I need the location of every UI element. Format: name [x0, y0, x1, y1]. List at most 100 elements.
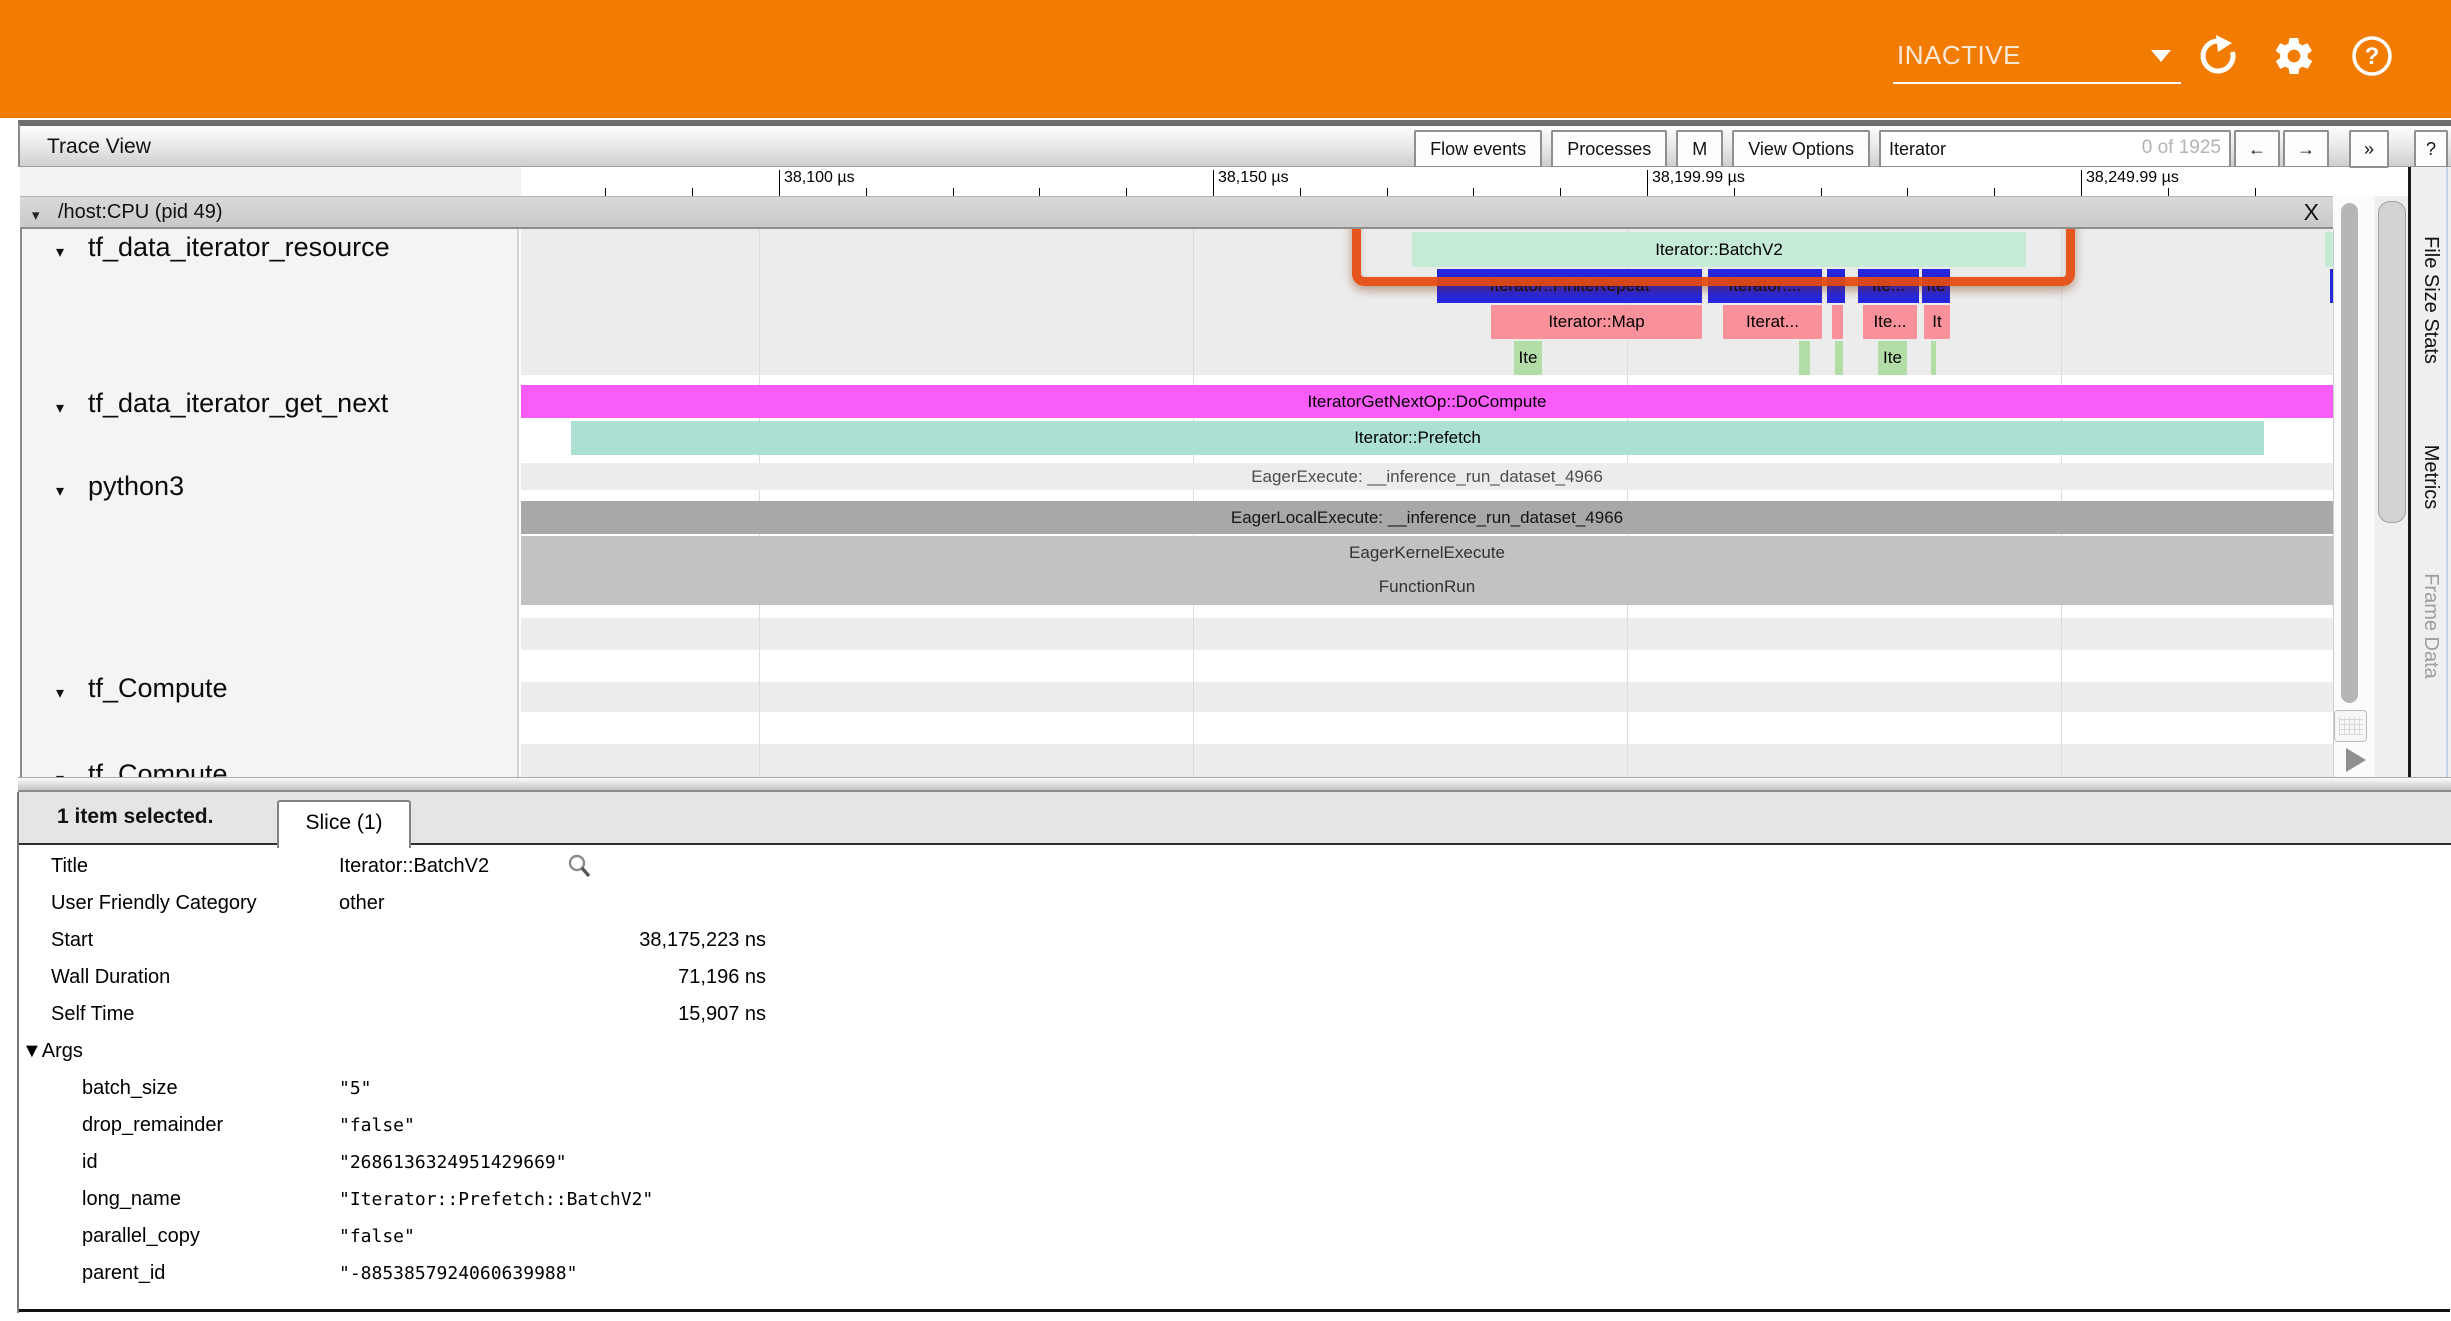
- metadata-button[interactable]: M: [1676, 130, 1723, 168]
- trace-slice[interactable]: Iterator:...: [1708, 269, 1822, 303]
- find-previous-button[interactable]: ←: [2234, 130, 2280, 168]
- trace-bottom-scrollbar[interactable]: [18, 777, 2451, 792]
- side-tab-metrics[interactable]: Metrics: [2419, 445, 2442, 509]
- find-control: 0 of 1925: [1879, 130, 2231, 168]
- trace-slice[interactable]: Ite: [1514, 341, 1542, 375]
- tensorboard-profile-window: { "header": { "status_value": "INACTIVE"…: [0, 0, 2451, 1321]
- search-input[interactable]: [1887, 134, 2121, 164]
- view-options-button[interactable]: View Options: [1732, 130, 1870, 168]
- trace-slice[interactable]: Iterator::Prefetch: [571, 421, 2264, 455]
- ruler-tick-label: 38,150 µs: [1218, 169, 1289, 187]
- detail-value: "-8853857924060639988": [339, 1263, 577, 1284]
- detail-label: drop_remainder: [82, 1114, 223, 1137]
- find-next-button[interactable]: →: [2283, 130, 2329, 168]
- detail-label: long_name: [82, 1188, 181, 1211]
- trace-slice[interactable]: [1832, 305, 1843, 339]
- resize-arrow-icon[interactable]: [2346, 748, 2366, 772]
- help-shortcuts-button[interactable]: ?: [2414, 130, 2448, 168]
- detail-row: ▼Args: [19, 1040, 2451, 1077]
- detail-value: 15,907 ns: [678, 1003, 766, 1026]
- detail-row: parallel_copy"false": [19, 1225, 2451, 1262]
- expand-panel-button[interactable]: »: [2349, 130, 2389, 168]
- ruler-minor-tick: [1126, 188, 1127, 196]
- ruler-major-tick: [779, 170, 780, 196]
- trace-slice[interactable]: Ite: [1922, 269, 1950, 303]
- track-group-label: tf_data_iterator_resource: [88, 232, 390, 263]
- sidebar-track-group[interactable]: ▾ tf_Compute: [22, 759, 517, 777]
- sidebar-track-group[interactable]: ▾tf_Compute: [22, 673, 517, 713]
- chevron-down-icon: [2151, 50, 2171, 62]
- trace-slice[interactable]: Iterator::Map: [1491, 305, 1702, 339]
- ruler-minor-tick: [1821, 188, 1822, 196]
- ruler-tick-label: 38,249.99 µs: [2086, 169, 2179, 187]
- gear-icon[interactable]: [2272, 34, 2316, 78]
- sidebar-track-group[interactable]: ▾tf_data_iterator_resource: [22, 232, 517, 272]
- trace-slice[interactable]: Ite...: [1858, 269, 1919, 303]
- ruler-major-tick: [2081, 170, 2082, 196]
- ruler-sidebar-spacer: [20, 167, 521, 196]
- sidebar-track-group[interactable]: ▾python3: [22, 471, 517, 511]
- detail-row: parent_id "-8853857924060639988": [19, 1262, 2451, 1299]
- args-section-toggle[interactable]: ▼Args: [22, 1040, 83, 1063]
- ruler-minor-tick: [1907, 188, 1908, 196]
- close-icon[interactable]: X: [2304, 199, 2319, 226]
- detail-value: "5": [339, 1078, 372, 1099]
- detail-row: Self Time15,907 ns: [19, 1003, 2451, 1040]
- ruler-minor-tick: [866, 188, 867, 196]
- trace-slice[interactable]: [1835, 341, 1843, 375]
- side-tab-frame-data[interactable]: Frame Data: [2419, 573, 2442, 679]
- trace-view-header: Trace View Flow events Processes M View …: [18, 120, 2451, 167]
- process-header[interactable]: ▾ /host:CPU (pid 49) X: [20, 196, 2333, 229]
- ruler-tick-label: 38,199.99 µs: [1652, 169, 1745, 187]
- page-title: Trace View: [47, 135, 151, 159]
- collapse-caret-icon: ▾: [56, 769, 64, 777]
- magnifier-icon[interactable]: [564, 851, 594, 886]
- detail-value: Iterator::BatchV2: [339, 855, 489, 878]
- trace-slice[interactable]: Ite: [1878, 341, 1907, 375]
- ruler-minor-tick: [2168, 188, 2169, 196]
- detail-label: parent_id: [82, 1262, 165, 1285]
- trace-slice[interactable]: Ite...: [1863, 305, 1917, 339]
- sidebar-track-group[interactable]: ▾tf_data_iterator_get_next: [22, 388, 517, 428]
- details-header: 1 item selected. Slice (1): [19, 792, 2451, 844]
- refresh-icon[interactable]: [2196, 34, 2240, 78]
- trace-slice[interactable]: Iterator::BatchV2: [1412, 232, 2026, 267]
- processes-button[interactable]: Processes: [1551, 130, 1667, 168]
- side-tab-file-size-stats[interactable]: File Size Stats: [2419, 236, 2442, 364]
- ruler-minor-tick: [1039, 188, 1040, 196]
- ruler-major-tick: [1213, 170, 1214, 196]
- trace-slice[interactable]: [2325, 232, 2333, 267]
- trace-toolbar: Flow events Processes M View Options 0 o…: [1405, 130, 2448, 168]
- process-name: /host:CPU (pid 49): [58, 201, 223, 224]
- ruler-minor-tick: [1300, 188, 1301, 196]
- drag-grip-handle[interactable]: [2334, 710, 2367, 742]
- flow-events-button[interactable]: Flow events: [1414, 130, 1542, 168]
- detail-value: "false": [339, 1226, 415, 1247]
- tab-slice[interactable]: Slice (1): [277, 800, 411, 848]
- ruler-minor-tick: [1387, 188, 1388, 196]
- svg-text:?: ?: [2365, 43, 2380, 70]
- trace-slice[interactable]: [1827, 269, 1845, 303]
- help-icon[interactable]: ?: [2350, 34, 2394, 78]
- track-group-label: tf_Compute: [88, 759, 228, 777]
- trace-slice[interactable]: [1799, 341, 1810, 375]
- trace-slice[interactable]: IteratorGetNextOp::DoCompute: [521, 385, 2333, 418]
- detail-row: Start38,175,223 ns: [19, 929, 2451, 966]
- ruler-minor-tick: [605, 188, 606, 196]
- trace-slice[interactable]: Iterator::FiniteRepeat: [1437, 269, 1702, 303]
- time-ruler: 38,100 µs38,150 µs38,199.99 µs38,249.99 …: [20, 167, 2333, 196]
- collapse-caret-icon[interactable]: ▾: [32, 206, 40, 224]
- run-status-dropdown[interactable]: INACTIVE: [1893, 38, 2183, 84]
- trace-slice[interactable]: [1931, 341, 1936, 375]
- track-label-sidebar: ▾tf_data_iterator_resource▾tf_data_itera…: [20, 229, 519, 777]
- timeline-canvas[interactable]: EagerExecute: __inference_run_dataset_49…: [521, 229, 2333, 777]
- inner-scrollbar-thumb[interactable]: [2341, 203, 2358, 703]
- collapse-caret-icon: ▾: [56, 398, 64, 418]
- outer-scrollbar-thumb[interactable]: [2378, 201, 2406, 523]
- dropdown-underline: [1893, 82, 2181, 84]
- trace-slice[interactable]: Iterat...: [1723, 305, 1822, 339]
- detail-value: 38,175,223 ns: [639, 929, 766, 952]
- trace-slice[interactable]: It: [1924, 305, 1950, 339]
- detail-row: long_name "Iterator::Prefetch::BatchV2": [19, 1188, 2451, 1225]
- detail-value: "Iterator::Prefetch::BatchV2": [339, 1189, 653, 1210]
